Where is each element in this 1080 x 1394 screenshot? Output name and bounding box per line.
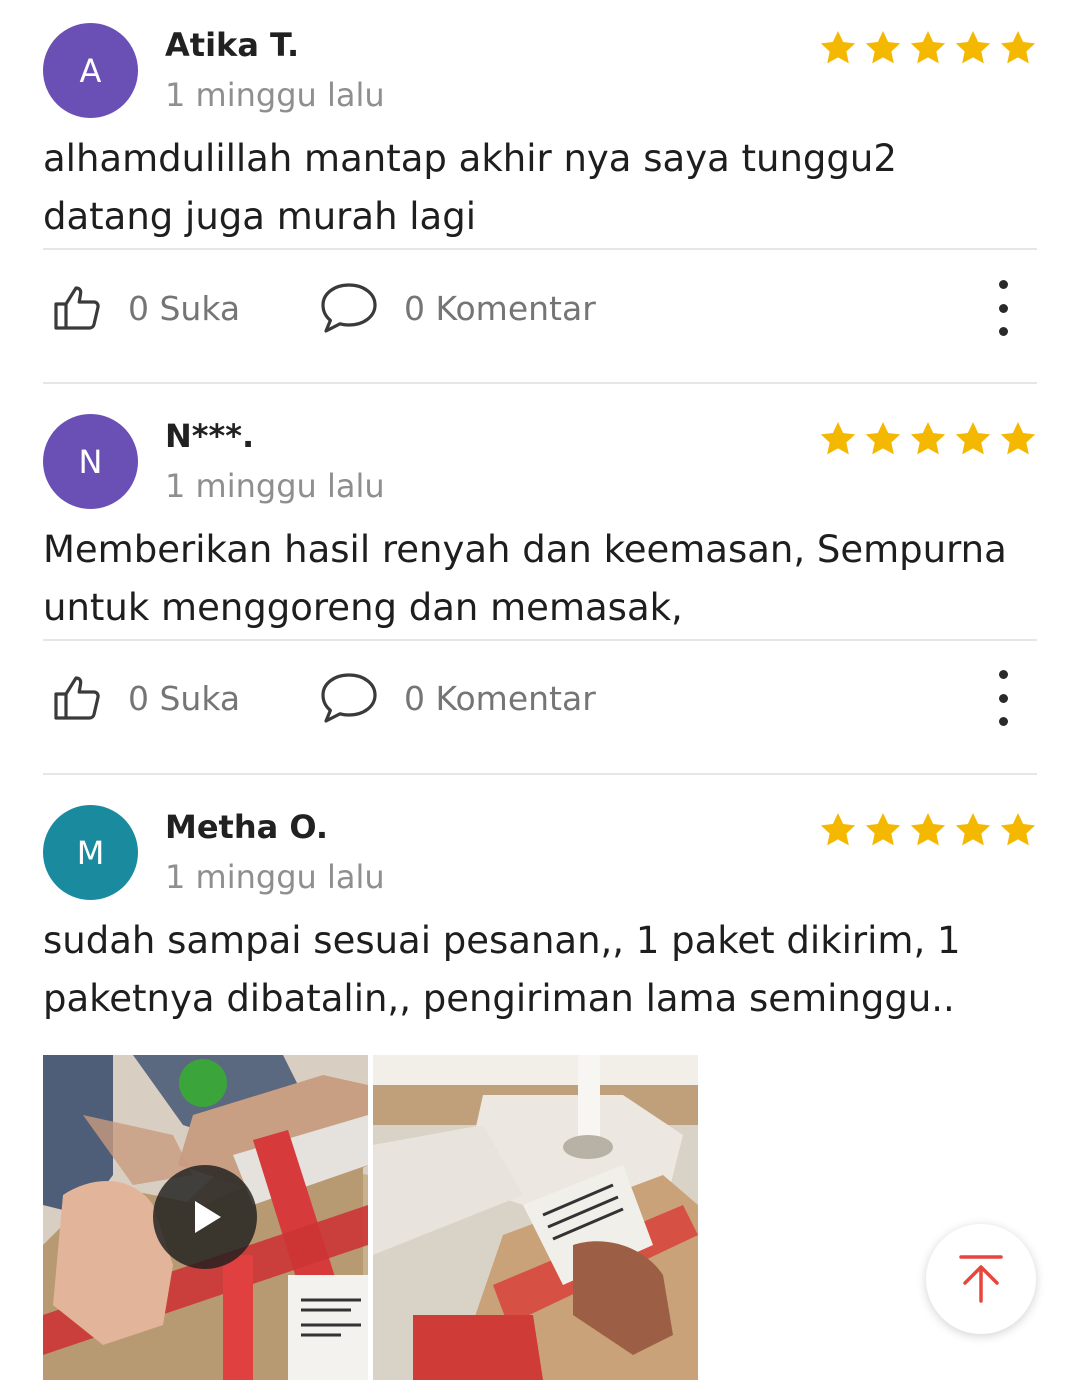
more-vertical-icon[interactable] bbox=[985, 670, 1021, 726]
star-icon bbox=[865, 31, 901, 64]
star-icon bbox=[910, 813, 946, 846]
star-rating bbox=[818, 810, 1038, 854]
review-time: 1 minggu lalu bbox=[165, 858, 385, 896]
play-triangle bbox=[195, 1201, 221, 1233]
scroll-to-top-button[interactable] bbox=[926, 1224, 1036, 1334]
review-text: Memberikan hasil renyah dan keemasan, Se… bbox=[43, 528, 1007, 629]
more-vertical-icon[interactable] bbox=[985, 280, 1021, 336]
play-icon[interactable] bbox=[153, 1165, 257, 1269]
thumbs-up-icon bbox=[54, 676, 100, 720]
comment-button[interactable]: 0 Komentar bbox=[318, 278, 596, 338]
comment-button[interactable]: 0 Komentar bbox=[318, 668, 596, 728]
star-icon bbox=[910, 422, 946, 455]
reviewer-name: N***. bbox=[165, 417, 255, 455]
review-video-thumbnail[interactable] bbox=[43, 1055, 368, 1380]
star-icon bbox=[865, 813, 901, 846]
divider bbox=[43, 248, 1037, 250]
reviewer-name: Metha O. bbox=[165, 808, 329, 846]
like-count: 0 Suka bbox=[128, 288, 241, 328]
star-icon bbox=[1000, 31, 1036, 64]
star-icon bbox=[820, 422, 856, 455]
star-icon bbox=[955, 813, 991, 846]
star-icon bbox=[1000, 813, 1036, 846]
comment-bubble-icon bbox=[321, 673, 377, 723]
star-icon bbox=[820, 31, 856, 64]
star-rating bbox=[818, 419, 1038, 463]
divider bbox=[43, 773, 1037, 775]
reviewer-name: Atika T. bbox=[165, 26, 300, 64]
arrow-up-to-top-icon bbox=[959, 1255, 1003, 1303]
star-icon bbox=[955, 422, 991, 455]
thumbs-up-icon bbox=[54, 286, 100, 330]
comment-count: 0 Komentar bbox=[404, 288, 596, 328]
review-text: alhamdulillah mantap akhir nya saya tung… bbox=[43, 137, 897, 238]
star-icon bbox=[955, 31, 991, 64]
photo-frame bbox=[373, 1055, 698, 1380]
like-button[interactable]: 0 Suka bbox=[52, 668, 240, 728]
divider bbox=[43, 639, 1037, 641]
star-icon bbox=[910, 31, 946, 64]
comment-count: 0 Komentar bbox=[404, 678, 596, 718]
star-icon bbox=[865, 422, 901, 455]
star-rating bbox=[818, 28, 1038, 72]
avatar: N bbox=[43, 414, 138, 509]
comment-bubble-icon bbox=[321, 283, 377, 333]
divider bbox=[43, 382, 1037, 384]
star-icon bbox=[1000, 422, 1036, 455]
review-text: sudah sampai sesuai pesanan,, 1 paket di… bbox=[43, 919, 961, 1020]
review-actions: 0 Suka 0 Komentar bbox=[0, 278, 1080, 338]
review-list: A Atika T. 1 minggu lalu alhamdulillah m… bbox=[0, 0, 1080, 1394]
like-count: 0 Suka bbox=[128, 678, 241, 718]
avatar: A bbox=[43, 23, 138, 118]
review-time: 1 minggu lalu bbox=[165, 467, 385, 505]
review-time: 1 minggu lalu bbox=[165, 76, 385, 114]
review-actions: 0 Suka 0 Komentar bbox=[0, 668, 1080, 728]
star-icon bbox=[820, 813, 856, 846]
like-button[interactable]: 0 Suka bbox=[52, 278, 240, 338]
avatar: M bbox=[43, 805, 138, 900]
review-photo-thumbnail[interactable] bbox=[373, 1055, 698, 1380]
